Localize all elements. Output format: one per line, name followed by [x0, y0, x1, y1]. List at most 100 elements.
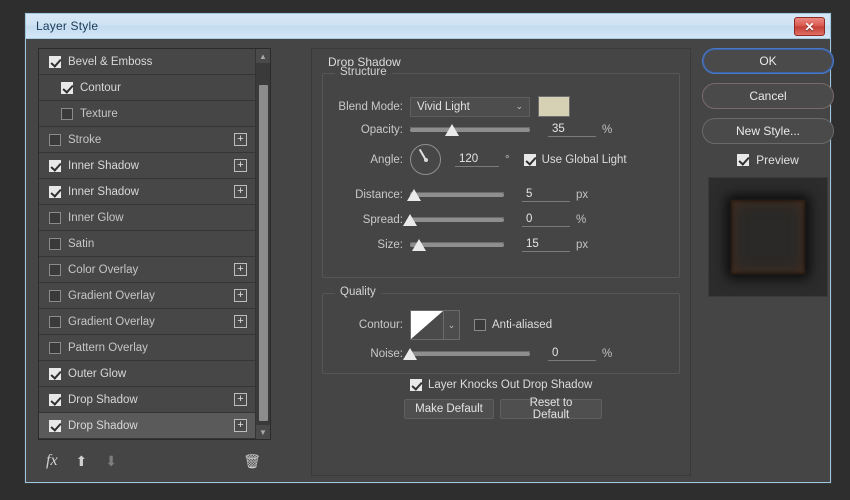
effect-check-icon[interactable] [49, 159, 61, 172]
effect-row[interactable]: Inner Glow [39, 205, 255, 231]
size-slider[interactable] [410, 238, 504, 251]
effect-row[interactable]: Pattern Overlay [39, 335, 255, 361]
effect-label: Pattern Overlay [68, 341, 148, 354]
contour-dropdown-icon[interactable]: ⌄ [444, 310, 460, 340]
make-default-button[interactable]: Make Default [404, 399, 494, 419]
effect-check-icon[interactable] [61, 81, 73, 94]
spread-slider[interactable] [403, 213, 504, 226]
effect-row[interactable]: Inner Shadow + [39, 179, 255, 205]
effect-uncheck-icon[interactable] [49, 133, 61, 146]
quality-group: Quality Contour: ⌄ Anti-aliased Noise: 0… [322, 286, 680, 374]
scroll-up-icon[interactable]: ▲ [255, 49, 270, 63]
opacity-slider-handle[interactable] [445, 123, 459, 136]
effect-label: Texture [80, 107, 118, 120]
effect-uncheck-icon[interactable] [49, 315, 61, 328]
add-effect-icon[interactable]: + [234, 263, 247, 276]
move-down-icon[interactable]: ⬇ [105, 453, 117, 470]
cancel-button[interactable]: Cancel [702, 83, 834, 109]
anti-aliased-checkbox[interactable]: Anti-aliased [474, 319, 552, 331]
delete-icon[interactable]: 🗑 [243, 453, 261, 470]
noise-slider[interactable] [403, 347, 530, 360]
effect-row[interactable]: Drop Shadow + [39, 413, 255, 439]
effect-uncheck-icon[interactable] [61, 107, 73, 120]
effect-label: Stroke [68, 133, 102, 146]
effect-row[interactable]: Bevel & Emboss [39, 49, 255, 75]
angle-label: Angle: [370, 153, 403, 166]
effect-check-icon[interactable] [49, 185, 61, 198]
effect-row[interactable]: Contour [39, 75, 255, 101]
fx-icon[interactable]: fx [46, 452, 58, 470]
layer-style-dialog: Layer Style ✕ Bevel & Emboss Contour Textu… [25, 13, 834, 483]
size-input[interactable] [522, 237, 570, 252]
opacity-input[interactable] [548, 122, 596, 137]
effect-label: Drop Shadow [68, 419, 138, 432]
shadow-color-swatch[interactable] [538, 96, 570, 117]
layer-knocks-out-checkbox[interactable]: Layer Knocks Out Drop Shadow [410, 379, 592, 391]
scrollbar-thumb[interactable] [258, 85, 268, 421]
spread-input[interactable] [522, 212, 570, 227]
distance-input[interactable] [522, 187, 570, 202]
add-effect-icon[interactable]: + [234, 133, 247, 146]
effect-row[interactable]: Stroke + [39, 127, 255, 153]
angle-unit: ° [505, 153, 510, 166]
effect-uncheck-icon[interactable] [49, 237, 61, 250]
effect-uncheck-icon[interactable] [49, 341, 61, 354]
blend-mode-select[interactable]: Vivid Light ⌄ [410, 96, 530, 117]
distance-slider-handle[interactable] [406, 188, 421, 201]
preview-checkbox[interactable]: Preview [702, 153, 834, 167]
use-global-light-checkbox[interactable]: Use Global Light [523, 153, 627, 166]
actions-panel: OK Cancel New Style... Preview [702, 48, 834, 297]
effect-row[interactable]: Gradient Overlay + [39, 309, 255, 335]
add-effect-icon[interactable]: + [234, 393, 247, 406]
add-effect-icon[interactable]: + [234, 289, 247, 302]
add-effect-icon[interactable]: + [234, 185, 247, 198]
effect-row[interactable]: Gradient Overlay + [39, 283, 255, 309]
contour-thumbnail[interactable] [410, 310, 444, 340]
opacity-slider[interactable] [410, 123, 530, 136]
chevron-down-icon: ⌄ [515, 100, 523, 111]
dialog-body: Bevel & Emboss Contour Texture Stroke + Inner… [26, 39, 834, 482]
effect-label: Bevel & Emboss [68, 55, 153, 68]
effects-scrollbar[interactable]: ▲ ▼ [255, 49, 270, 439]
distance-slider[interactable] [406, 188, 504, 201]
add-effect-icon[interactable]: + [234, 159, 247, 172]
effect-label: Inner Shadow [68, 159, 139, 172]
effect-check-icon[interactable] [49, 367, 61, 380]
ok-button[interactable]: OK [702, 48, 834, 74]
new-style-button[interactable]: New Style... [702, 118, 834, 144]
effect-check-icon[interactable] [49, 393, 61, 406]
opacity-label: Opacity: [360, 123, 403, 136]
effect-row[interactable]: Satin [39, 231, 255, 257]
effect-check-icon[interactable] [49, 55, 61, 68]
scrollbar-track[interactable] [255, 63, 270, 425]
effect-row[interactable]: Color Overlay + [39, 257, 255, 283]
noise-slider-handle[interactable] [403, 347, 417, 360]
effect-row[interactable]: Texture [39, 101, 255, 127]
effect-uncheck-icon[interactable] [49, 211, 61, 224]
move-up-icon[interactable]: ⬆ [76, 453, 88, 470]
spread-slider-handle[interactable] [403, 213, 417, 226]
distance-row: Distance: px [331, 187, 588, 202]
effect-label: Inner Shadow [68, 185, 139, 198]
add-effect-icon[interactable]: + [234, 419, 247, 432]
reset-to-default-button[interactable]: Reset to Default [500, 397, 602, 421]
effect-row[interactable]: Drop Shadow + [39, 387, 255, 413]
effect-row[interactable]: Outer Glow [39, 361, 255, 387]
effect-check-icon[interactable] [49, 419, 61, 432]
angle-dial[interactable] [410, 144, 441, 175]
noise-input[interactable] [548, 346, 596, 361]
contour-label: Contour: [358, 319, 403, 331]
effect-uncheck-icon[interactable] [49, 289, 61, 302]
add-effect-icon[interactable]: + [234, 315, 247, 328]
effect-label: Contour [80, 81, 121, 94]
effect-row[interactable]: Inner Shadow + [39, 153, 255, 179]
effects-panel: Bevel & Emboss Contour Texture Stroke + Inner… [38, 48, 271, 476]
use-global-light-label: Use Global Light [541, 153, 627, 166]
preview-label: Preview [756, 153, 799, 167]
effect-uncheck-icon[interactable] [49, 263, 61, 276]
scroll-down-icon[interactable]: ▼ [255, 425, 270, 439]
angle-input[interactable] [455, 152, 499, 167]
blend-mode-row: Blend Mode: Vivid Light ⌄ [331, 96, 570, 117]
close-icon[interactable]: ✕ [794, 17, 825, 36]
size-slider-handle[interactable] [412, 238, 427, 251]
